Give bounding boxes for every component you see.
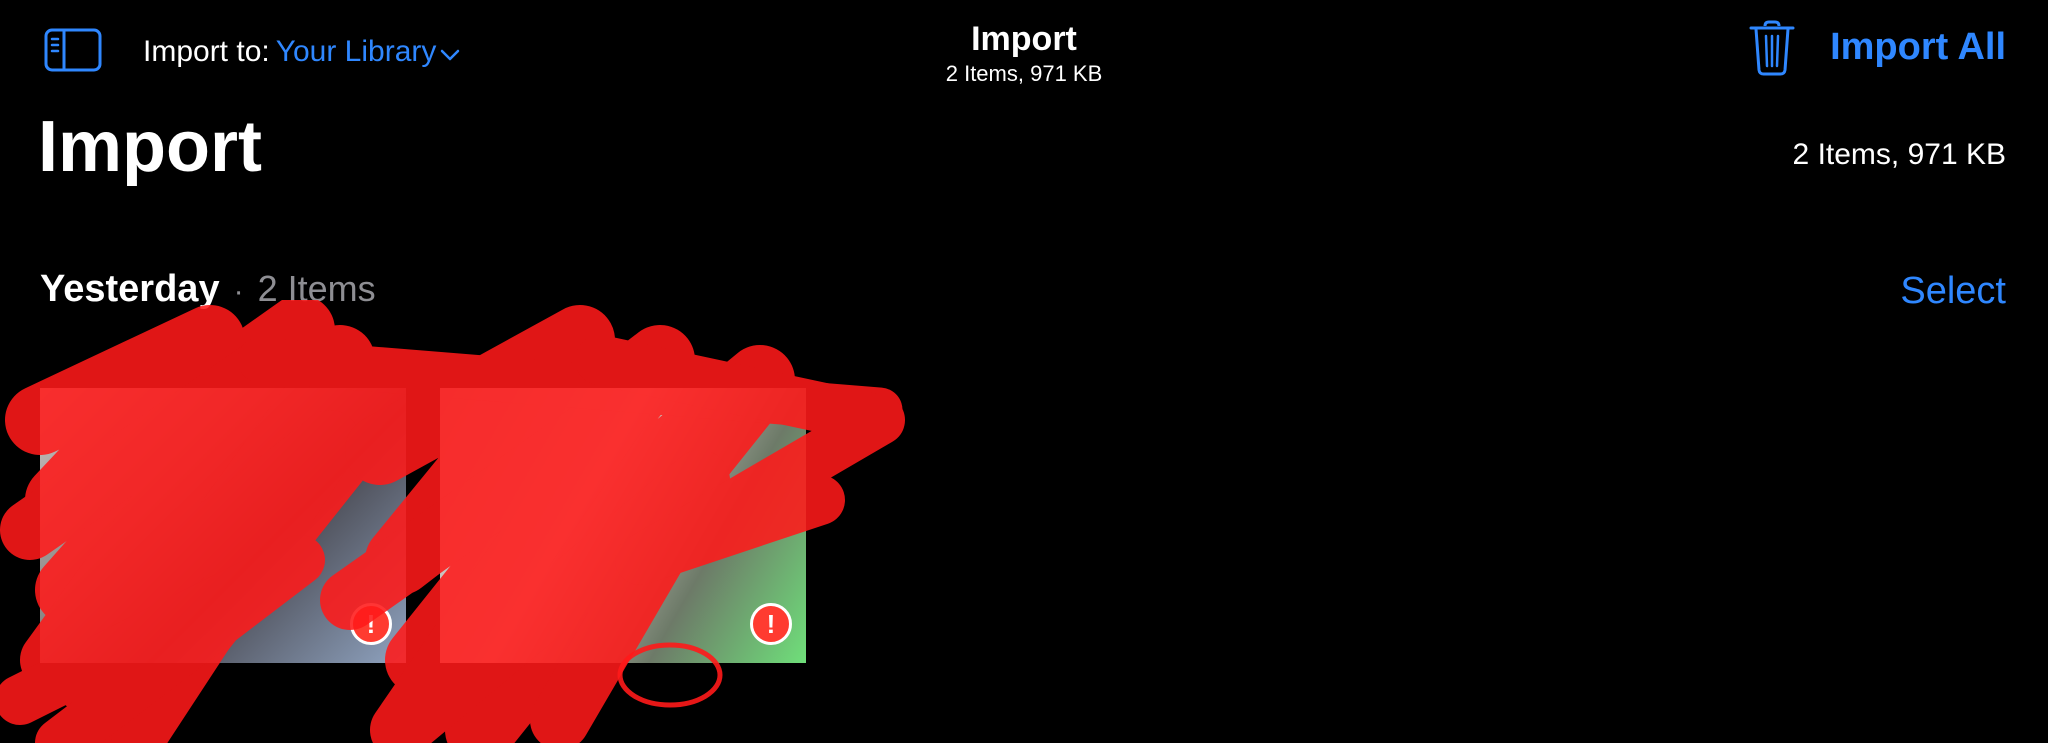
photos-import-screen: Import to: Your Library Import 2 Items, … <box>0 0 2048 743</box>
nav-title-block: Import 2 Items, 971 KB <box>824 18 1224 88</box>
import-to-label: Import to: <box>143 35 270 68</box>
section-item-count: 2 Items <box>257 268 376 309</box>
nav-title: Import <box>971 20 1077 58</box>
sidebar-toggle-button[interactable] <box>44 28 102 72</box>
photo-thumbnail[interactable]: ! <box>40 388 406 663</box>
sidebar-icon <box>44 28 102 72</box>
page-summary: 2 Items, 971 KB <box>1792 138 2006 171</box>
photo-thumbnail[interactable]: ! <box>440 388 806 663</box>
nav-subtitle: 2 Items, 971 KB <box>945 61 1103 86</box>
delete-button[interactable] <box>1748 20 1796 76</box>
page-title: Import <box>38 107 262 187</box>
section-separator: · <box>233 275 244 308</box>
library-picker-label: Your Library <box>275 35 437 68</box>
import-destination: Import to: Your Library <box>143 32 460 72</box>
section-header: Yesterday · 2 Items <box>40 268 376 311</box>
library-picker-button[interactable]: Your Library <box>276 35 461 69</box>
trash-icon <box>1749 20 1795 76</box>
select-button[interactable]: Select <box>1900 270 2006 313</box>
chevron-down-icon <box>441 49 460 61</box>
exclamation-circle-icon: ! <box>350 603 392 645</box>
import-all-button[interactable]: Import All <box>1830 26 2006 69</box>
section-date: Yesterday <box>40 268 220 310</box>
exclamation-circle-icon: ! <box>750 603 792 645</box>
